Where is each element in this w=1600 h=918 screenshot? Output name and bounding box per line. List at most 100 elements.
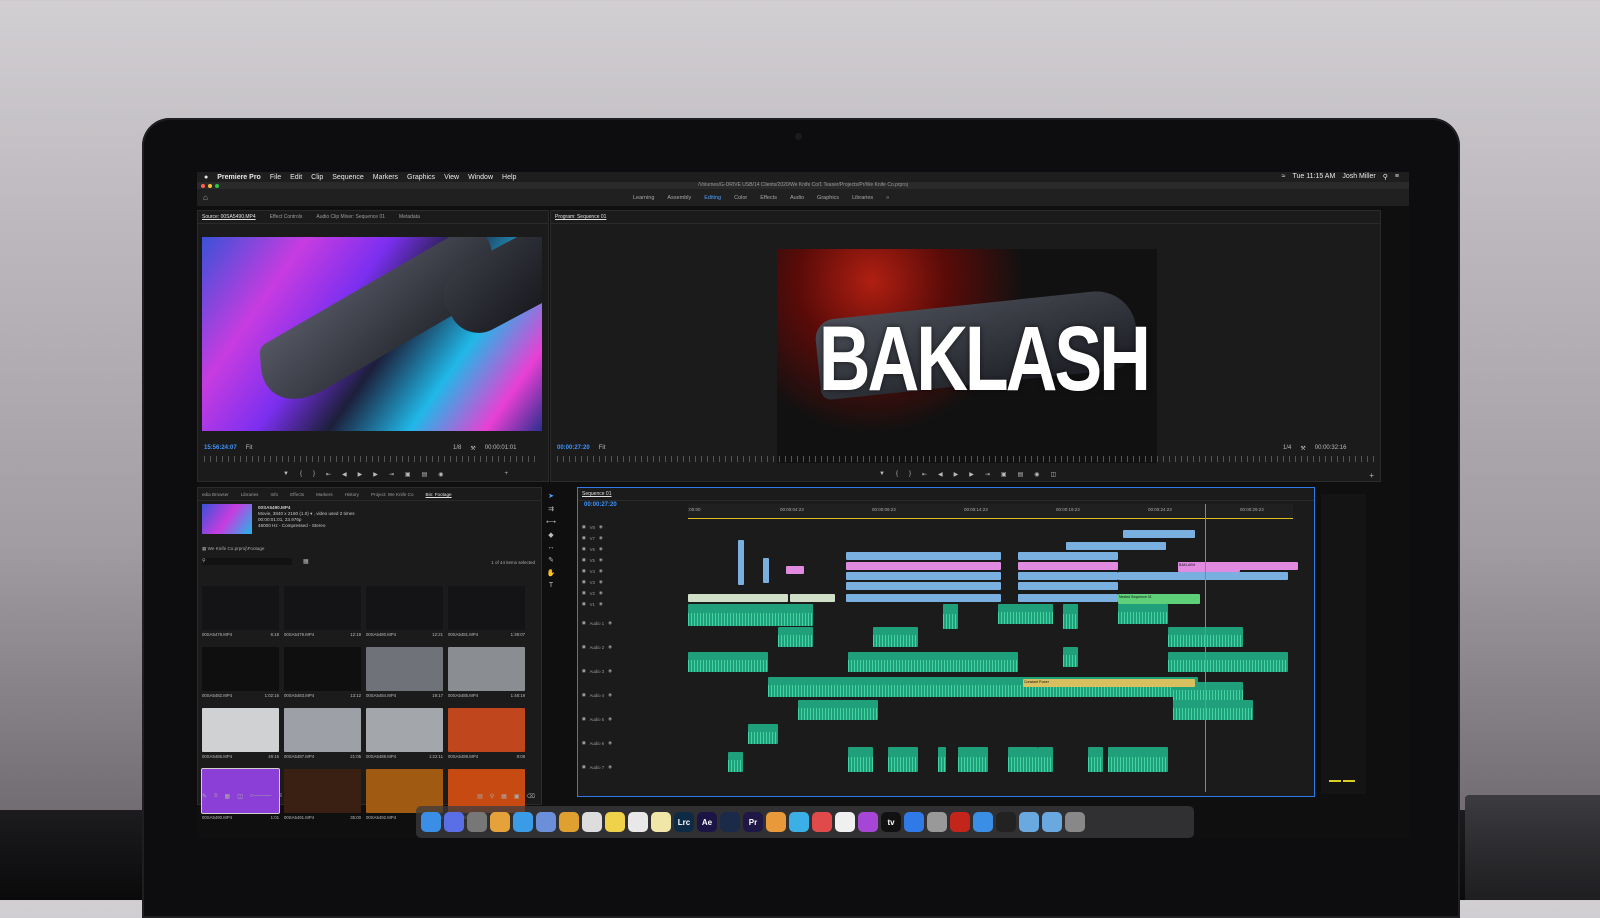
- clip-thumbnail[interactable]: 00SA5483.MP4 13:12: [284, 647, 361, 705]
- bin-search-input[interactable]: ⚲: [202, 558, 292, 565]
- tab-program[interactable]: Program: Sequence 01: [555, 214, 606, 220]
- app-menu[interactable]: Premiere Pro: [217, 174, 261, 181]
- video-track-header[interactable]: ◼ V5 ◉: [582, 555, 682, 565]
- audio-clip[interactable]: [943, 604, 958, 629]
- program-mark-in-icon[interactable]: {: [896, 471, 898, 478]
- tab-history[interactable]: History: [345, 492, 359, 497]
- source-timecode[interactable]: 15:56:24:07: [204, 445, 237, 451]
- wrench-icon[interactable]: ⚒: [470, 445, 475, 452]
- audio-clip[interactable]: [1118, 604, 1168, 624]
- video-track-header[interactable]: ◼ V4 ◉: [582, 566, 682, 576]
- program-fit-dropdown[interactable]: Fit: [599, 445, 606, 451]
- source-fit-dropdown[interactable]: Fit: [246, 445, 253, 451]
- audio-track-header[interactable]: ◼ Audio 3 ◉: [582, 666, 682, 676]
- pen-tool-icon[interactable]: ✎: [548, 556, 554, 564]
- lock-icon[interactable]: ◼: [582, 644, 586, 650]
- dock-app-icon[interactable]: [1065, 812, 1085, 832]
- dock-app-icon[interactable]: [789, 812, 809, 832]
- dock-app-icon[interactable]: [835, 812, 855, 832]
- program-mark-out-icon[interactable]: }: [909, 471, 911, 478]
- program-go-to-out-icon[interactable]: ⇥: [985, 471, 990, 478]
- minimize-window-button[interactable]: [208, 183, 212, 188]
- video-track-header[interactable]: ◼ V7 ◉: [582, 533, 682, 543]
- tab-media-browser[interactable]: edia Browser: [202, 492, 229, 497]
- compare-icon[interactable]: ◫: [1051, 471, 1057, 478]
- find-icon[interactable]: ⚲: [490, 793, 494, 800]
- dock-app-icon[interactable]: tv: [881, 812, 901, 832]
- tab-info[interactable]: Info: [270, 492, 278, 497]
- slip-tool-icon[interactable]: ↔: [548, 544, 555, 551]
- video-clip-baklash[interactable]: BAKLASH: [1178, 562, 1240, 572]
- video-clip[interactable]: [790, 594, 835, 602]
- video-track-header[interactable]: ◼ V1 ◉: [582, 599, 682, 609]
- video-clip[interactable]: [688, 594, 788, 602]
- clip-thumbnail[interactable]: 00SA5484.MP4 19:17: [366, 647, 443, 705]
- eye-icon[interactable]: ◉: [599, 568, 603, 574]
- audio-clip[interactable]: [1088, 747, 1103, 772]
- clip-thumbnail[interactable]: 00SA5482.MP4 1:02:16: [202, 647, 279, 705]
- eye-icon[interactable]: ◉: [608, 620, 612, 626]
- eye-icon[interactable]: ◉: [599, 590, 603, 596]
- audio-track-header[interactable]: ◼ Audio 2 ◉: [582, 642, 682, 652]
- dock-app-icon[interactable]: [490, 812, 510, 832]
- type-tool-icon[interactable]: T: [549, 582, 553, 589]
- program-play-button[interactable]: ▶: [954, 471, 959, 478]
- video-clip[interactable]: [786, 566, 804, 574]
- more-workspaces-icon[interactable]: »: [886, 195, 889, 201]
- audio-track-header[interactable]: ◼ Audio 1 ◉: [582, 618, 682, 628]
- extract-icon[interactable]: ▤: [1018, 471, 1024, 478]
- eye-icon[interactable]: ◉: [599, 601, 603, 607]
- video-clip[interactable]: [763, 558, 769, 583]
- audio-clip[interactable]: [1108, 747, 1168, 772]
- video-clip[interactable]: [846, 582, 1001, 590]
- clip-thumbnail[interactable]: 00SA5478.MP4 6:18: [202, 586, 279, 644]
- workspace-graphics[interactable]: Graphics: [817, 195, 839, 201]
- dock-app-icon[interactable]: Lrc: [674, 812, 694, 832]
- eye-icon[interactable]: ◉: [599, 579, 603, 585]
- dock-app-icon[interactable]: [421, 812, 441, 832]
- menu-view[interactable]: View: [444, 174, 459, 181]
- audio-clip[interactable]: [748, 724, 778, 744]
- timeline-ruler[interactable]: :00:00 00:00:04:23 00:00:09:23 00:00:14:23 0…: [688, 504, 1293, 518]
- clip-thumbnail[interactable]: 00SA5480.MP4 12:21: [366, 586, 443, 644]
- tab-effects[interactable]: Effects: [290, 492, 304, 497]
- eye-icon[interactable]: ◉: [608, 692, 612, 698]
- eye-icon[interactable]: ◉: [599, 535, 603, 541]
- video-track-header[interactable]: ◼ V8 ◉: [582, 522, 682, 532]
- dock-app-icon[interactable]: [996, 812, 1016, 832]
- tab-markers[interactable]: Markers: [316, 492, 333, 497]
- step-forward-icon[interactable]: ▶: [373, 471, 378, 478]
- dock-app-icon[interactable]: [536, 812, 556, 832]
- tab-audio-clip-mixer[interactable]: Audio Clip Mixer: Sequence 01: [316, 214, 385, 220]
- video-clip[interactable]: [1018, 582, 1118, 590]
- pencil-icon[interactable]: ✎: [202, 793, 207, 800]
- audio-clip[interactable]: [1173, 700, 1253, 720]
- apple-icon[interactable]: ●: [204, 174, 208, 181]
- dock-app-icon[interactable]: [904, 812, 924, 832]
- program-marker-icon[interactable]: ▼: [879, 471, 885, 478]
- audio-clip[interactable]: [873, 627, 918, 647]
- dock-app-icon[interactable]: [927, 812, 947, 832]
- video-clip[interactable]: [846, 562, 1001, 570]
- control-center-icon[interactable]: ≡: [1395, 173, 1399, 181]
- eye-icon[interactable]: ◉: [608, 764, 612, 770]
- lock-icon[interactable]: ◼: [582, 590, 586, 596]
- program-wrench-icon[interactable]: ⚒: [1300, 445, 1305, 452]
- clip-thumbnail[interactable]: 00SA5485.MP4 1:48:19: [448, 647, 525, 705]
- program-video-frame[interactable]: BAKLASH: [777, 249, 1157, 463]
- trash-icon[interactable]: ⌫: [527, 793, 535, 800]
- audio-clip[interactable]: [888, 747, 918, 772]
- track-select-tool-icon[interactable]: ⇉: [548, 505, 554, 513]
- video-clip[interactable]: [1018, 552, 1118, 560]
- lock-icon[interactable]: ◼: [582, 568, 586, 574]
- lock-icon[interactable]: ◼: [582, 579, 586, 585]
- workspace-assembly[interactable]: Assembly: [667, 195, 691, 201]
- menu-sequence[interactable]: Sequence: [332, 174, 364, 181]
- ripple-edit-tool-icon[interactable]: ⟷: [546, 518, 556, 526]
- program-resolution-dropdown[interactable]: 1/4: [1283, 445, 1291, 452]
- list-view-icon[interactable]: ≡: [214, 793, 218, 800]
- lock-icon[interactable]: ◼: [582, 546, 586, 552]
- source-time-ruler[interactable]: [204, 456, 540, 462]
- clip-thumbnail[interactable]: 00SA5489.MP4 9:08: [448, 708, 525, 766]
- dock-app-icon[interactable]: [766, 812, 786, 832]
